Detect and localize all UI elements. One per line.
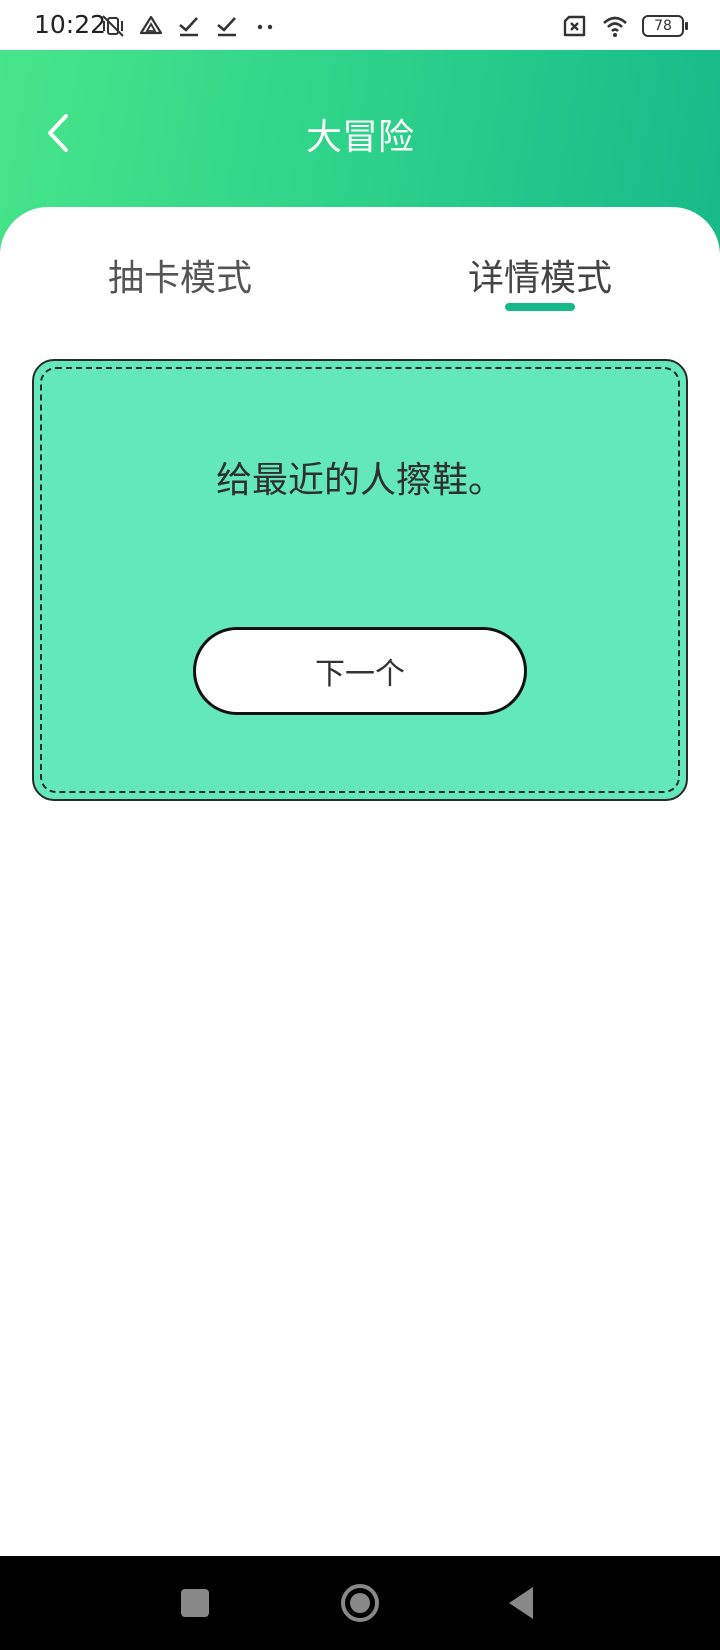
vibrate-off-icon bbox=[102, 15, 124, 37]
content-panel: 抽卡模式 详情模式 给最近的人擦鞋。 下一个 bbox=[0, 207, 720, 1557]
back-icon[interactable] bbox=[500, 1580, 546, 1626]
check-download-icon bbox=[179, 17, 198, 37]
card-dashed-border bbox=[40, 367, 680, 793]
challenge-text: 给最近的人擦鞋。 bbox=[215, 460, 504, 501]
next-button[interactable]: 下一个 bbox=[193, 627, 527, 715]
check-download-icon bbox=[217, 17, 236, 37]
home-icon[interactable] bbox=[337, 1580, 383, 1626]
page-title: 大冒险 bbox=[305, 117, 414, 158]
tab-active-indicator bbox=[505, 303, 575, 311]
sim-off-icon bbox=[563, 15, 586, 37]
status-icons-left bbox=[100, 12, 278, 40]
drive-icon bbox=[139, 15, 163, 35]
status-time: 10:22 bbox=[34, 10, 107, 39]
status-icons-right: 78 bbox=[562, 12, 688, 40]
challenge-card: 给最近的人擦鞋。 下一个 bbox=[32, 359, 688, 801]
tab-detail-mode[interactable]: 详情模式 bbox=[468, 249, 612, 301]
more-dots-icon bbox=[257, 24, 273, 30]
status-bar: 10:22 78 bbox=[0, 0, 720, 50]
navigation-bar bbox=[0, 1556, 720, 1650]
battery-icon: 78 bbox=[642, 15, 688, 37]
tab-card-mode[interactable]: 抽卡模式 bbox=[108, 249, 252, 301]
recent-apps-icon[interactable] bbox=[172, 1580, 218, 1626]
wifi-icon bbox=[603, 16, 627, 37]
